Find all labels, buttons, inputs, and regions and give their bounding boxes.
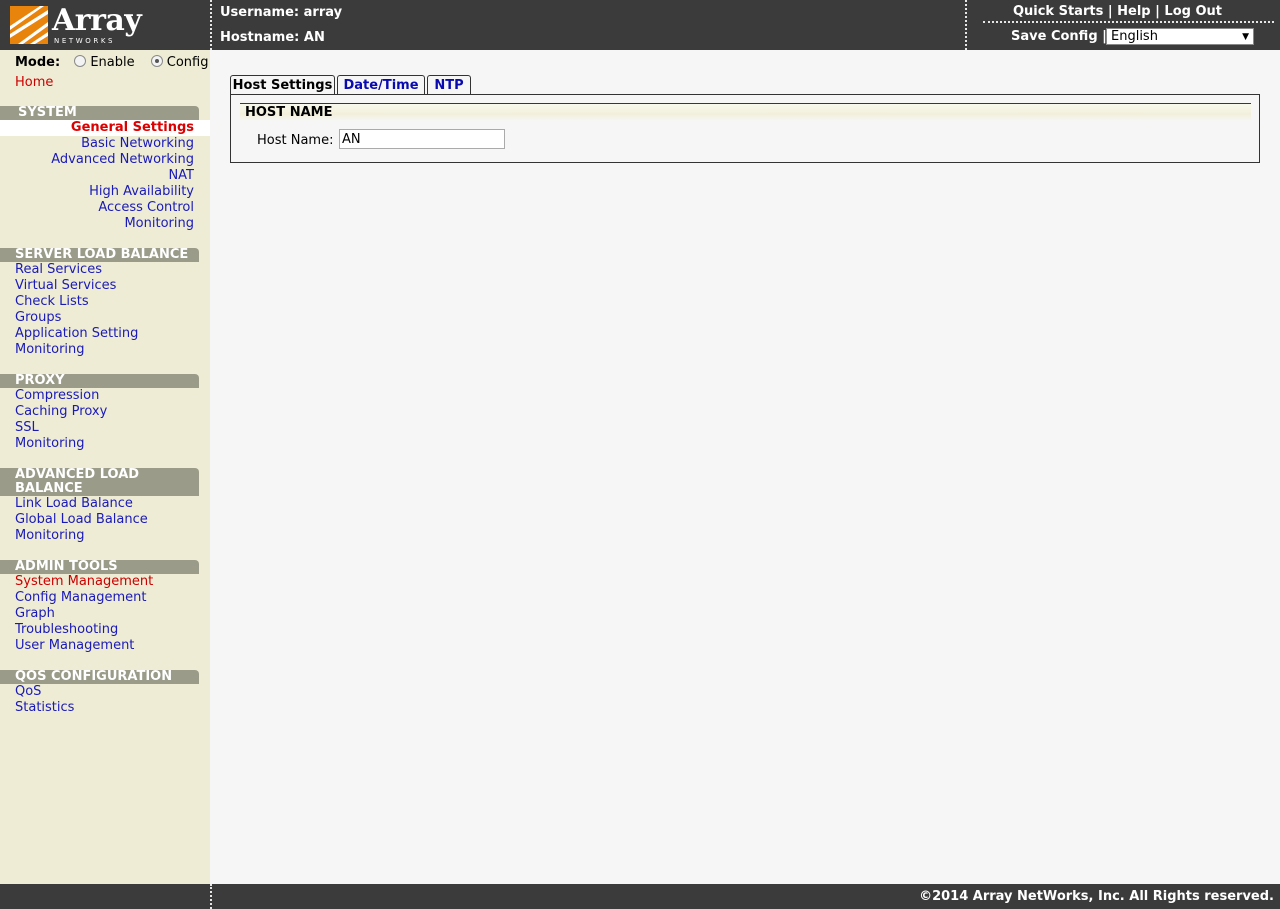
nav-caching-proxy[interactable]: Caching Proxy (0, 404, 210, 420)
logout-link[interactable]: Log Out (1164, 4, 1222, 19)
language-select[interactable]: English ▼ (1106, 28, 1254, 45)
section-admin-tools: ADMIN TOOLS (0, 560, 199, 574)
copyright-text: ©2014 Array NetWorks, Inc. All Rights re… (919, 889, 1274, 904)
nav-proxy: Compression Caching Proxy SSL Monitoring (0, 388, 210, 452)
sidebar: Mode: Enable Config Home SYSTEM CONFIGUR… (0, 50, 210, 884)
host-settings-panel: HOST NAME Host Name: (230, 94, 1260, 163)
nav-ssl[interactable]: SSL (0, 420, 210, 436)
nav-graph[interactable]: Graph (0, 606, 210, 622)
home-link[interactable]: Home (15, 75, 53, 90)
nav-advanced-networking[interactable]: Advanced Networking (0, 152, 210, 168)
nav-access-control[interactable]: Access Control (0, 200, 210, 216)
nav-groups[interactable]: Groups (0, 310, 210, 326)
section-proxy: PROXY (0, 374, 199, 388)
radio-config-label[interactable]: Config (167, 55, 209, 70)
tab-host-settings[interactable]: Host Settings (230, 75, 335, 96)
nav-check-lists[interactable]: Check Lists (0, 294, 210, 310)
nav-virtual-services[interactable]: Virtual Services (0, 278, 210, 294)
nav-config-management[interactable]: Config Management (0, 590, 210, 606)
nav-proxy-monitoring[interactable]: Monitoring (0, 436, 210, 452)
nav-compression[interactable]: Compression (0, 388, 210, 404)
mode-label: Mode: (15, 55, 61, 70)
header-divider-right (965, 0, 967, 50)
panel-title: HOST NAME (240, 103, 1251, 121)
nav-user-management[interactable]: User Management (0, 638, 210, 654)
nav-statistics[interactable]: Statistics (0, 700, 210, 716)
logo-subtitle: NETWORKS (54, 37, 116, 45)
section-title-line: ADVANCED LOAD (15, 467, 140, 482)
top-links: Quick Starts | Help | Log Out (1013, 4, 1222, 19)
nav-link-load-balance[interactable]: Link Load Balance (0, 496, 210, 512)
logo-word: Array (52, 3, 142, 38)
quick-starts-link[interactable]: Quick Starts (1013, 4, 1103, 19)
logo-mark-icon (10, 6, 48, 44)
host-name-input[interactable] (339, 129, 505, 149)
nav-system-monitoring[interactable]: Monitoring (0, 216, 210, 232)
language-value: English (1111, 29, 1158, 44)
header-actions: Quick Starts | Help | Log Out Save Confi… (975, 0, 1280, 50)
mode-selector: Mode: Enable Config (15, 55, 208, 70)
tab-date-time[interactable]: Date/Time (337, 75, 425, 95)
nav-nat[interactable]: NAT (0, 168, 210, 184)
user-info: Username: array Hostname: AN (220, 5, 342, 55)
top-header: Array NETWORKS Username: array Hostname:… (0, 0, 1280, 50)
nav-advanced-load-balance: Link Load Balance Global Load Balance Mo… (0, 496, 210, 544)
nav-high-availability[interactable]: High Availability (0, 184, 210, 200)
section-qos-configuration: QOS CONFIGURATION (0, 670, 199, 684)
nav-troubleshooting[interactable]: Troubleshooting (0, 622, 210, 638)
nav-system-management[interactable]: System Management (0, 574, 210, 590)
tab-ntp[interactable]: NTP (427, 75, 471, 95)
nav-real-services[interactable]: Real Services (0, 262, 210, 278)
link-separator: | (1107, 4, 1118, 19)
nav-system-configuration: General Settings Basic Networking Advanc… (0, 120, 210, 232)
nav-application-setting[interactable]: Application Setting (0, 326, 210, 342)
username-text: Username: array (220, 5, 343, 20)
header-dotted-separator (983, 21, 1274, 23)
radio-enable[interactable] (74, 55, 87, 67)
help-link[interactable]: Help (1117, 4, 1150, 19)
radio-config[interactable] (150, 55, 163, 67)
nav-admin-tools: System Management Config Management Grap… (0, 574, 210, 654)
nav-global-load-balance[interactable]: Global Load Balance (0, 512, 210, 528)
nav-slb-monitoring[interactable]: Monitoring (0, 342, 210, 358)
nav-general-settings[interactable]: General Settings (0, 120, 210, 136)
section-advanced-load-balance: ADVANCED LOAD BALANCE (0, 468, 199, 496)
header-divider-left (210, 0, 212, 50)
footer: ©2014 Array NetWorks, Inc. All Rights re… (0, 884, 1280, 909)
nav-qos[interactable]: QoS (0, 684, 210, 700)
nav-basic-networking[interactable]: Basic Networking (0, 136, 210, 152)
nav-alb-monitoring[interactable]: Monitoring (0, 528, 210, 544)
footer-divider (210, 884, 212, 909)
nav-server-load-balance: Real Services Virtual Services Check Lis… (0, 262, 210, 358)
hostname-text: Hostname: AN (220, 30, 325, 45)
nav-qos-configuration: QoS Statistics (0, 684, 210, 716)
array-networks-logo[interactable]: Array NETWORKS (10, 3, 142, 46)
save-config-link[interactable]: Save Config | (1011, 29, 1107, 44)
dropdown-arrow-icon: ▼ (1242, 32, 1249, 42)
section-server-load-balance: SERVER LOAD BALANCE (0, 248, 199, 262)
host-name-label: Host Name: (257, 133, 334, 148)
radio-enable-label[interactable]: Enable (90, 55, 134, 70)
section-title-line: BALANCE (15, 481, 83, 496)
